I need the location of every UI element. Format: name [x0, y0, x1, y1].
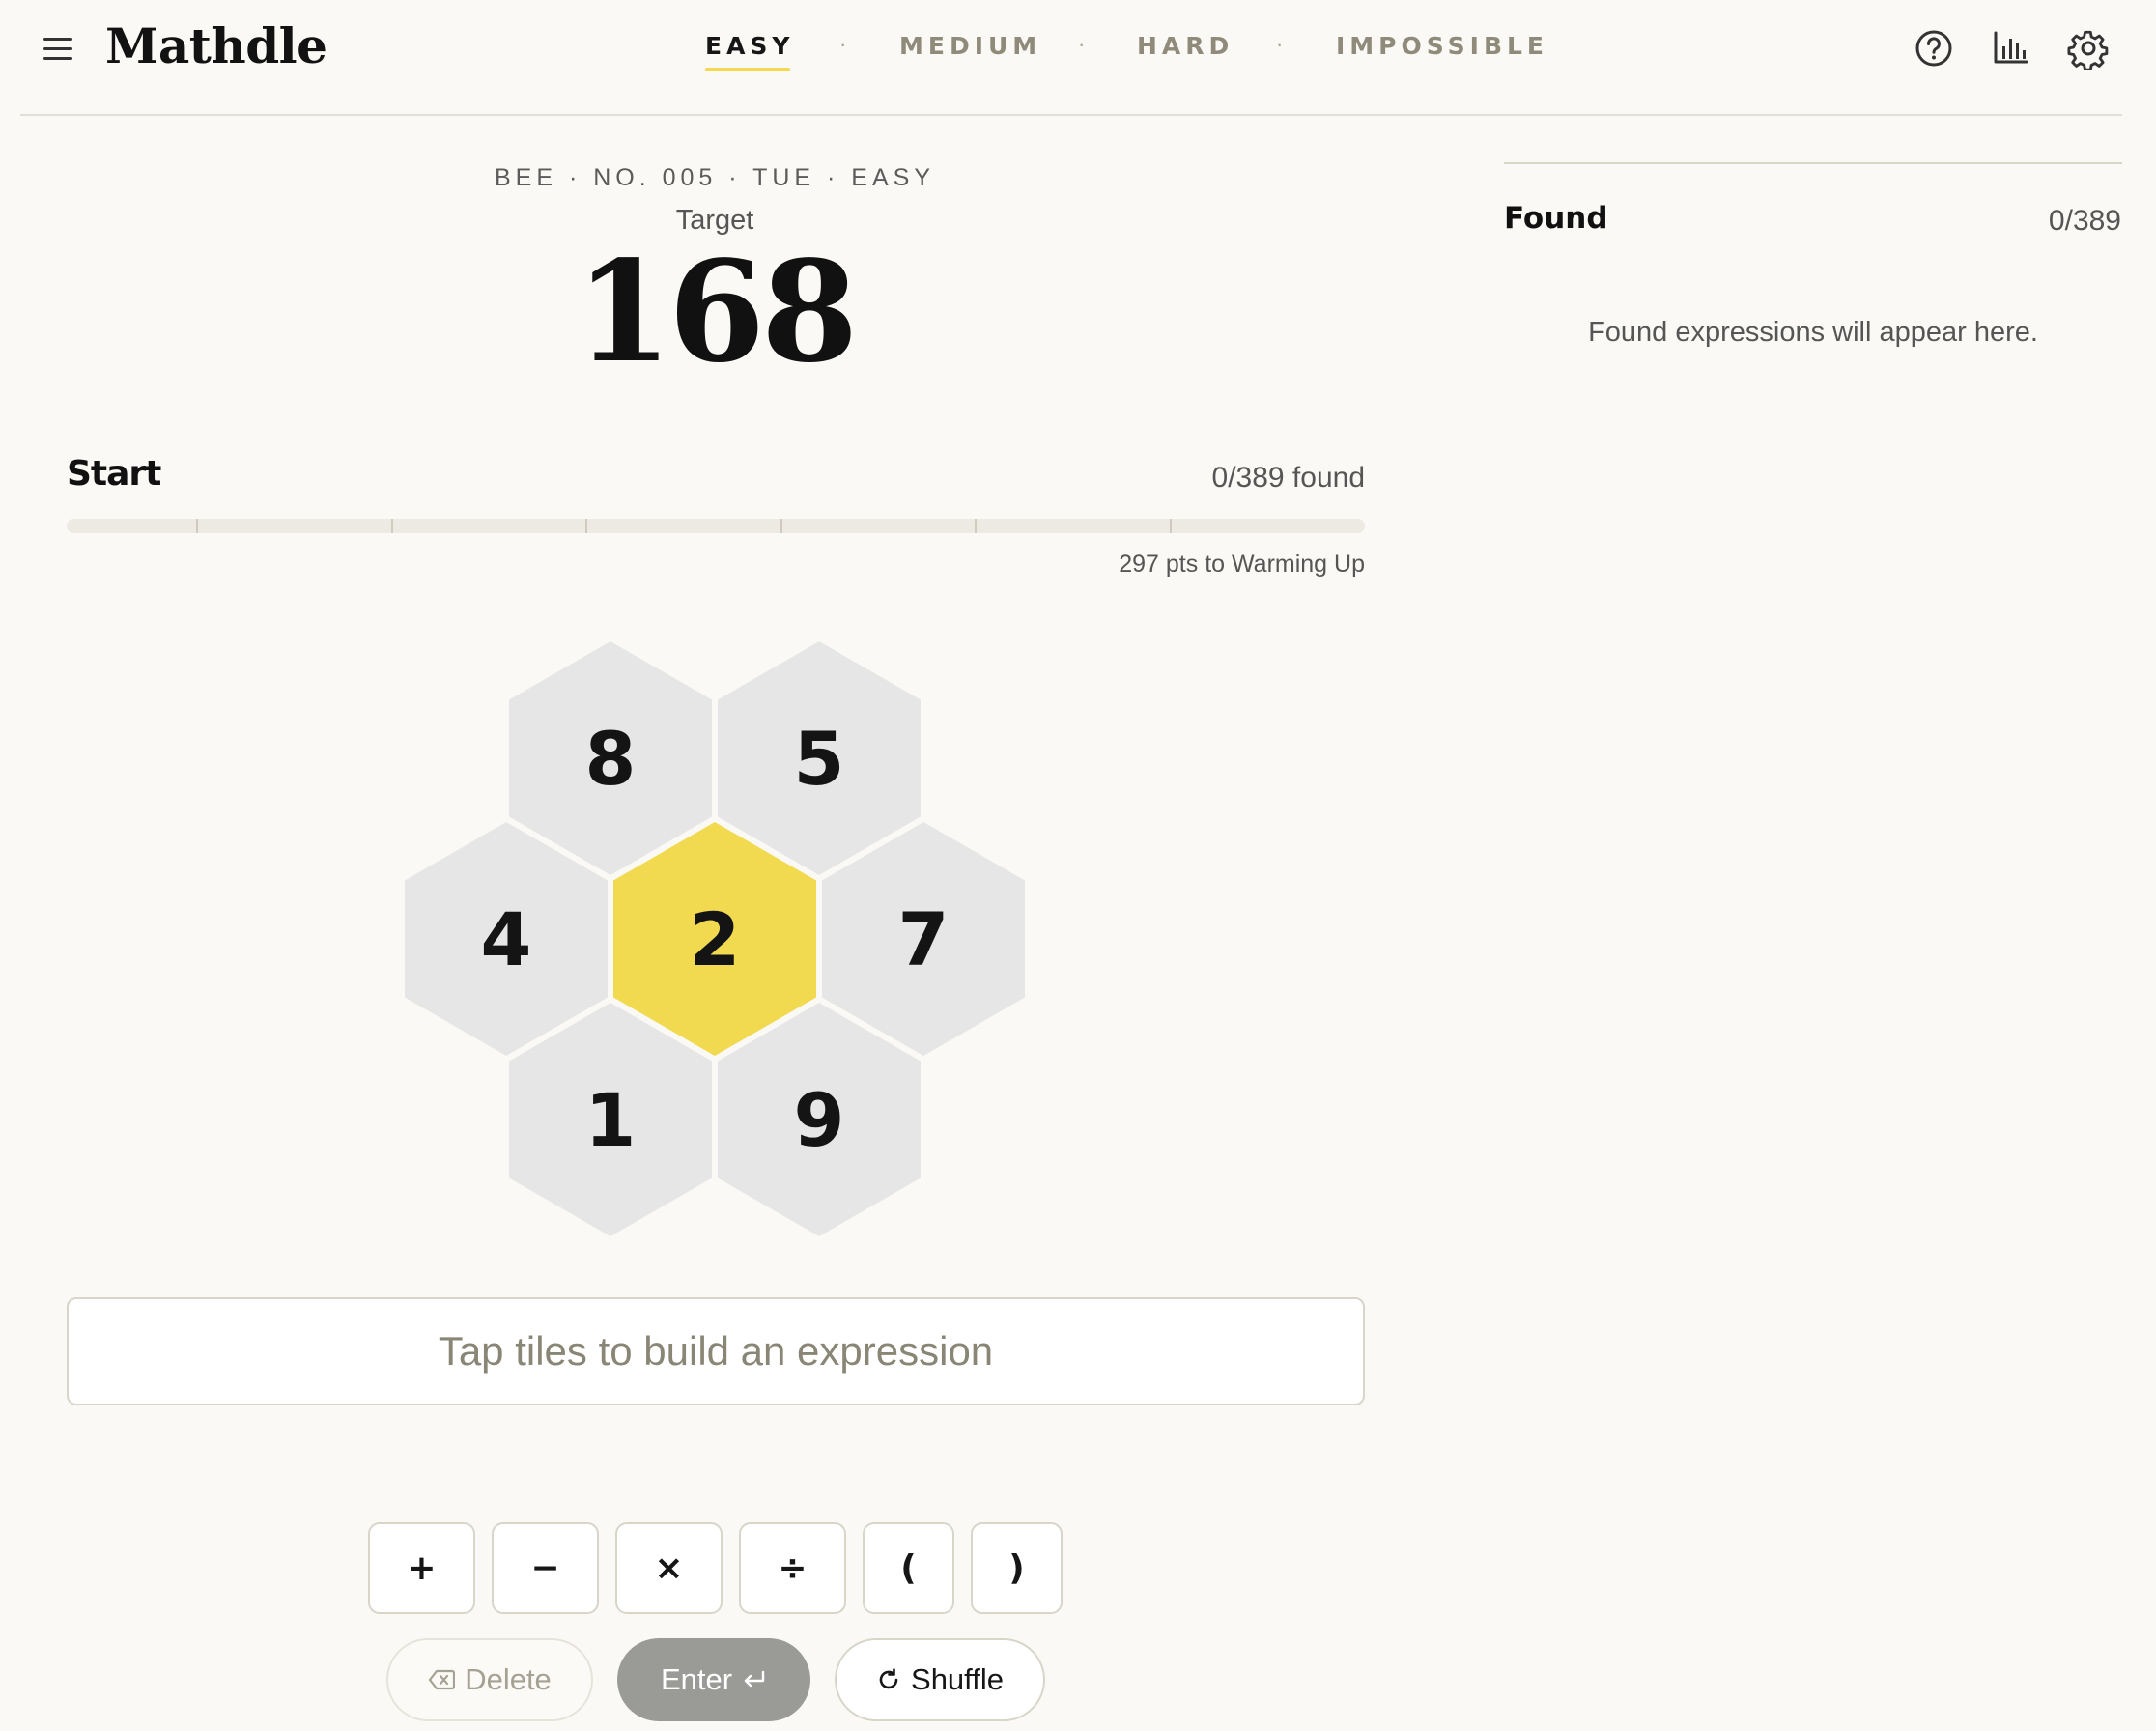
found-panel-count: 0/389 [2048, 205, 2121, 237]
hive-tile[interactable]: 1 [509, 1003, 712, 1236]
tab-medium[interactable]: MEDIUM [899, 32, 1041, 60]
tile-value: 9 [793, 1076, 845, 1163]
shuffle-label: Shuffle [911, 1662, 1004, 1696]
found-count: 0/389 found [1211, 462, 1365, 494]
found-panel-title: Found [1504, 201, 1608, 236]
minus-button[interactable]: − [492, 1522, 599, 1614]
progress-tick [780, 519, 782, 533]
multiply-button[interactable]: × [615, 1522, 723, 1614]
settings-icon[interactable] [2067, 27, 2110, 70]
rank-name: Start [67, 454, 161, 494]
found-panel-divider [1504, 162, 2122, 164]
menu-icon[interactable] [40, 30, 109, 69]
stats-icon[interactable] [1990, 27, 2032, 70]
progress-tick [975, 519, 977, 533]
mathdle-app: Mathdle EASY · MEDIUM · HARD · IMPOSSIBL… [0, 0, 2156, 1731]
tab-separator: · [1276, 32, 1284, 56]
return-icon [742, 1669, 767, 1690]
help-icon[interactable] [1913, 27, 1955, 70]
target-number: 168 [575, 230, 859, 393]
tab-separator: · [1078, 32, 1086, 56]
enter-button[interactable]: Enter [617, 1638, 810, 1721]
tab-easy[interactable]: EASY [705, 32, 795, 71]
expression-input[interactable]: Tap tiles to build an expression [67, 1297, 1365, 1405]
shuffle-button[interactable]: Shuffle [835, 1638, 1045, 1721]
delete-label: Delete [465, 1662, 552, 1696]
points-to-next-rank: 297 pts to Warming Up [1119, 551, 1365, 578]
top-bar: Mathdle EASY · MEDIUM · HARD · IMPOSSIBL… [20, 0, 2122, 116]
progress-tick [585, 519, 587, 533]
found-empty-message: Found expressions will appear here. [1588, 317, 2038, 348]
divide-button[interactable]: ÷ [739, 1522, 846, 1614]
progress-bar [67, 519, 1365, 533]
open-paren-button[interactable]: ( [863, 1522, 954, 1614]
plus-button[interactable]: + [368, 1522, 475, 1614]
tile-value: 1 [584, 1076, 637, 1163]
logo: Mathdle [105, 17, 327, 74]
progress-tick [196, 519, 198, 533]
progress-tick [1170, 519, 1172, 533]
close-paren-button[interactable]: ) [971, 1522, 1063, 1614]
enter-label: Enter [660, 1662, 733, 1696]
delete-button[interactable]: Delete [386, 1638, 593, 1721]
tab-hard[interactable]: HARD [1137, 32, 1234, 60]
tab-separator: · [839, 32, 847, 56]
hive-tile[interactable]: 9 [718, 1003, 921, 1236]
shuffle-icon [876, 1667, 901, 1692]
puzzle-subtitle: BEE · NO. 005 · TUE · EASY [494, 164, 936, 191]
backspace-icon [428, 1669, 456, 1690]
progress-tick [391, 519, 393, 533]
tab-impossible[interactable]: IMPOSSIBLE [1336, 32, 1548, 60]
